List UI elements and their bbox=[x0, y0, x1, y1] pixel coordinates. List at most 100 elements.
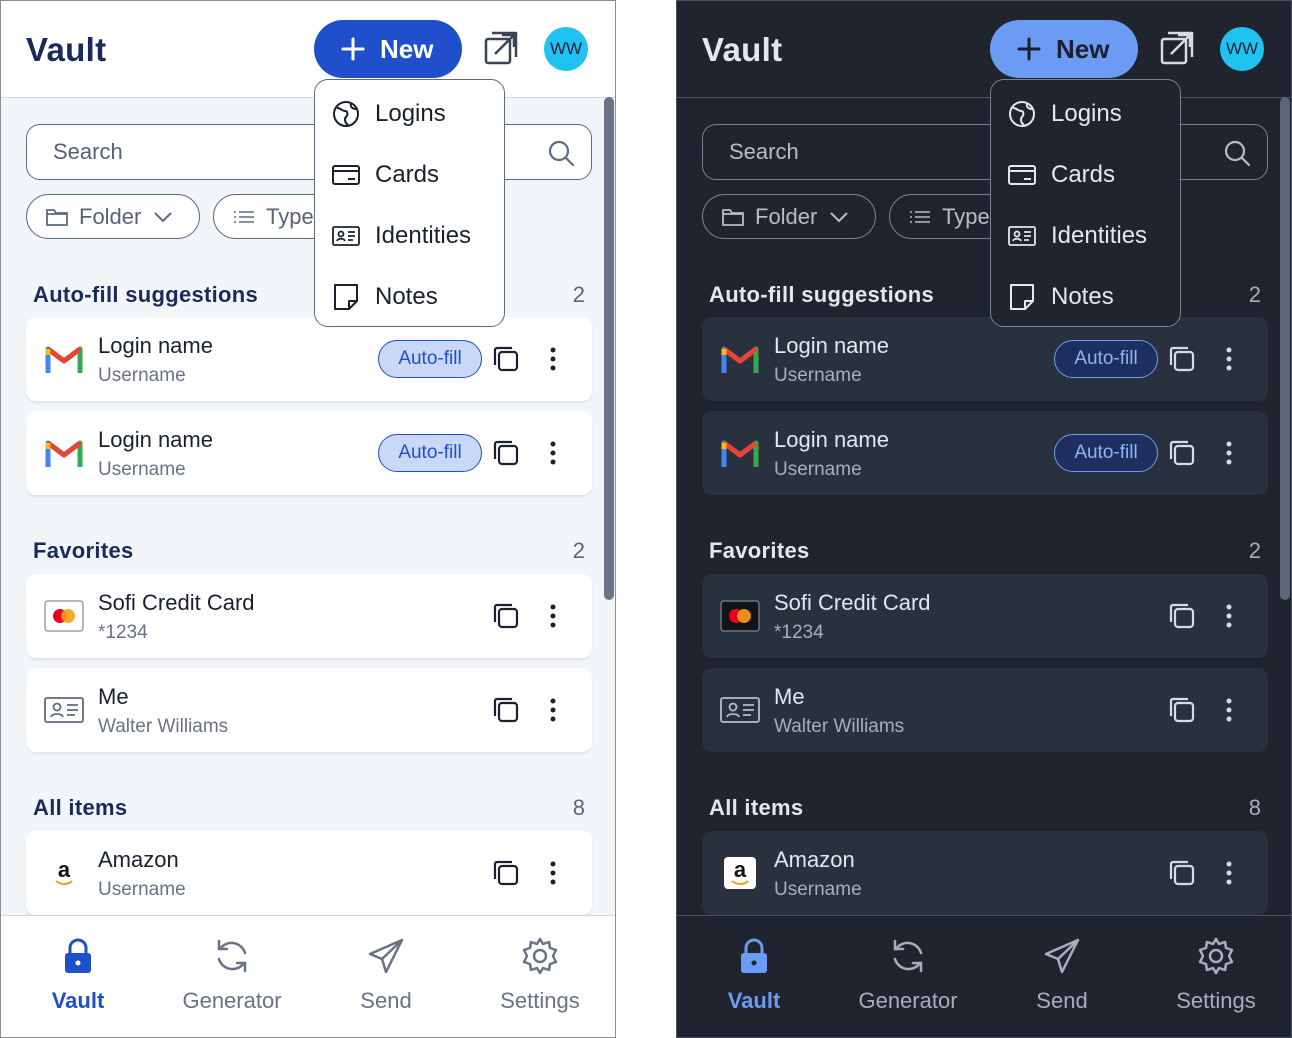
menu-item-cards[interactable]: Cards bbox=[315, 144, 504, 205]
amazon-icon: a bbox=[55, 857, 73, 885]
menu-item-label: Logins bbox=[1051, 99, 1122, 127]
bottom-nav: Vault Generator Send Settings bbox=[677, 915, 1291, 1037]
more-options-icon[interactable] bbox=[539, 345, 567, 373]
folder-filter[interactable]: Folder bbox=[702, 194, 876, 239]
new-item-menu: Logins Cards Identities Notes bbox=[990, 79, 1181, 327]
folder-filter[interactable]: Folder bbox=[26, 194, 200, 239]
item-username: Username bbox=[774, 879, 862, 900]
autofill-button[interactable]: Auto-fill bbox=[378, 434, 482, 472]
menu-item-identities[interactable]: Identities bbox=[315, 205, 504, 266]
send-icon bbox=[1044, 938, 1080, 974]
card-icon bbox=[1008, 164, 1036, 185]
nav-vault[interactable]: Vault bbox=[677, 916, 831, 1037]
search-input[interactable]: Search bbox=[702, 124, 1268, 180]
list-item[interactable]: Me Walter Williams bbox=[702, 668, 1268, 752]
vault-content: Search Folder Type Auto-fill suggestions… bbox=[1, 98, 615, 915]
nav-label: Settings bbox=[500, 988, 580, 1013]
all-items-section-count: 8 bbox=[1248, 795, 1261, 820]
credit-card-icon bbox=[44, 600, 84, 632]
item-name: Me bbox=[98, 684, 129, 709]
scrollbar[interactable] bbox=[604, 97, 614, 600]
copy-icon[interactable] bbox=[492, 439, 520, 467]
list-item[interactable]: Login name Username Auto-fill bbox=[26, 411, 592, 495]
search-placeholder: Search bbox=[729, 139, 799, 164]
item-name: Login name bbox=[98, 333, 213, 358]
scrollbar[interactable] bbox=[1280, 97, 1290, 600]
autofill-section-count: 2 bbox=[1248, 282, 1261, 307]
copy-icon[interactable] bbox=[492, 696, 520, 724]
menu-item-logins[interactable]: Logins bbox=[315, 83, 504, 144]
nav-send[interactable]: Send bbox=[985, 916, 1139, 1037]
more-options-icon[interactable] bbox=[539, 602, 567, 630]
more-options-icon[interactable] bbox=[1215, 696, 1243, 724]
menu-item-notes[interactable]: Notes bbox=[991, 266, 1180, 327]
menu-item-label: Notes bbox=[1051, 282, 1114, 310]
search-icon bbox=[1224, 140, 1251, 167]
all-items-section-title: All items bbox=[33, 795, 128, 820]
autofill-section-title: Auto-fill suggestions bbox=[33, 282, 259, 307]
new-button[interactable]: New bbox=[314, 20, 462, 78]
nav-settings[interactable]: Settings bbox=[1139, 916, 1291, 1037]
copy-icon[interactable] bbox=[1168, 602, 1196, 630]
more-options-icon[interactable] bbox=[539, 859, 567, 887]
nav-send[interactable]: Send bbox=[309, 916, 463, 1037]
more-options-icon[interactable] bbox=[539, 439, 567, 467]
more-options-icon[interactable] bbox=[1215, 602, 1243, 630]
nav-generator[interactable]: Generator bbox=[831, 916, 985, 1037]
send-icon bbox=[368, 938, 404, 974]
more-options-icon[interactable] bbox=[539, 696, 567, 724]
list-item[interactable]: Login name Username Auto-fill bbox=[26, 317, 592, 401]
autofill-section-count: 2 bbox=[572, 282, 585, 307]
gmail-icon bbox=[45, 346, 83, 373]
svg-text:a: a bbox=[58, 857, 71, 882]
list-item[interactable]: a Amazon Username bbox=[702, 831, 1268, 915]
autofill-button[interactable]: Auto-fill bbox=[1054, 340, 1158, 378]
folder-icon bbox=[46, 208, 68, 226]
menu-item-cards[interactable]: Cards bbox=[991, 144, 1180, 205]
nav-vault[interactable]: Vault bbox=[1, 916, 155, 1037]
item-fullname: Walter Williams bbox=[774, 716, 905, 737]
avatar[interactable]: WW bbox=[1220, 27, 1264, 71]
copy-icon[interactable] bbox=[1168, 439, 1196, 467]
globe-icon bbox=[333, 100, 359, 127]
search-input[interactable]: Search bbox=[26, 124, 592, 180]
avatar[interactable]: WW bbox=[544, 27, 588, 71]
copy-icon[interactable] bbox=[492, 859, 520, 887]
chevron-down-icon bbox=[830, 211, 849, 222]
refresh-icon bbox=[893, 939, 923, 973]
copy-icon[interactable] bbox=[492, 602, 520, 630]
nav-label: Vault bbox=[51, 988, 105, 1013]
more-options-icon[interactable] bbox=[1215, 439, 1243, 467]
new-button[interactable]: New bbox=[990, 20, 1138, 78]
autofill-button[interactable]: Auto-fill bbox=[1054, 434, 1158, 472]
nav-label: Generator bbox=[858, 988, 958, 1013]
autofill-button[interactable]: Auto-fill bbox=[378, 340, 482, 378]
popout-icon[interactable] bbox=[1158, 31, 1194, 67]
list-item[interactable]: Sofi Credit Card *1234 bbox=[26, 574, 592, 658]
menu-item-logins[interactable]: Logins bbox=[991, 83, 1180, 144]
new-button-label: New bbox=[380, 33, 434, 64]
identity-card-icon bbox=[720, 697, 760, 723]
refresh-icon bbox=[217, 939, 247, 973]
nav-settings[interactable]: Settings bbox=[463, 916, 615, 1037]
menu-item-identities[interactable]: Identities bbox=[991, 205, 1180, 266]
list-item[interactable]: Login name Username Auto-fill bbox=[702, 317, 1268, 401]
list-item[interactable]: Login name Username Auto-fill bbox=[702, 411, 1268, 495]
copy-icon[interactable] bbox=[492, 345, 520, 373]
list-icon bbox=[234, 210, 254, 223]
nav-generator[interactable]: Generator bbox=[155, 916, 309, 1037]
more-options-icon[interactable] bbox=[1215, 345, 1243, 373]
item-name: Me bbox=[774, 684, 805, 709]
copy-icon[interactable] bbox=[1168, 696, 1196, 724]
copy-icon[interactable] bbox=[1168, 345, 1196, 373]
list-item[interactable]: Sofi Credit Card *1234 bbox=[702, 574, 1268, 658]
popout-icon[interactable] bbox=[482, 31, 518, 67]
menu-item-notes[interactable]: Notes bbox=[315, 266, 504, 327]
more-options-icon[interactable] bbox=[1215, 859, 1243, 887]
vault-content: Search Folder Type Auto-fill suggestions… bbox=[677, 98, 1291, 915]
menu-item-label: Notes bbox=[375, 282, 438, 310]
all-items-section-count: 8 bbox=[572, 795, 585, 820]
list-item[interactable]: Me Walter Williams bbox=[26, 668, 592, 752]
copy-icon[interactable] bbox=[1168, 859, 1196, 887]
list-item[interactable]: a Amazon Username bbox=[26, 831, 592, 915]
